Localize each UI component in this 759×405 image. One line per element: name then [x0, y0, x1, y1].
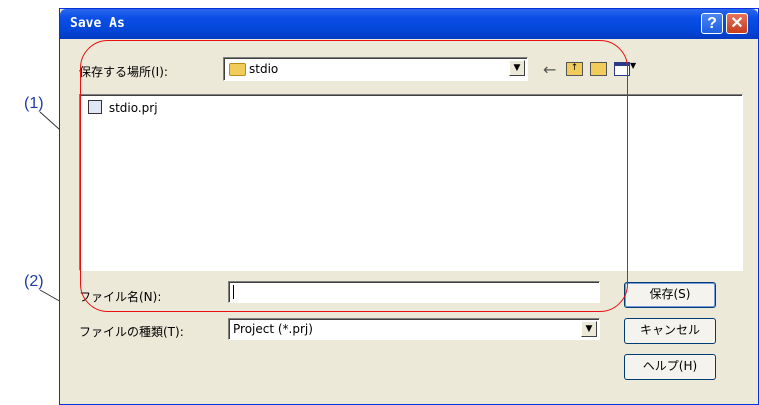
file-name: stdio.prj — [108, 101, 158, 115]
file-list[interactable]: stdio.prj — [79, 94, 743, 271]
cancel-button[interactable]: キャンセル — [624, 318, 716, 344]
save-in-value: stdio — [249, 62, 279, 76]
up-folder-icon[interactable]: ↑ — [566, 62, 583, 76]
save-in-label: 保存する場所(I): — [79, 65, 168, 79]
back-arrow-icon[interactable]: ← — [543, 60, 556, 79]
save-as-dialog: Save As ? ✕ 保存する場所(I): stdio ▼ ← ↑ ▼ std… — [59, 8, 759, 405]
view-menu-icon[interactable] — [614, 62, 630, 76]
help-button[interactable]: ヘルプ(H) — [624, 354, 716, 380]
new-folder-icon[interactable] — [590, 62, 607, 76]
filetype-value: Project (*.prj) — [233, 322, 313, 336]
chevron-down-icon[interactable]: ▼ — [509, 60, 525, 76]
title-bar[interactable]: Save As ? ✕ — [60, 9, 758, 39]
save-in-combo[interactable]: stdio ▼ — [223, 57, 528, 81]
close-button[interactable]: ✕ — [726, 13, 748, 34]
filetype-combo[interactable]: Project (*.prj) ▼ — [228, 318, 600, 340]
project-file-icon — [88, 100, 102, 114]
folder-icon — [229, 63, 246, 76]
filetype-label: ファイルの種類(T): — [79, 325, 184, 339]
save-button[interactable]: 保存(S) — [624, 282, 716, 308]
chevron-down-icon[interactable]: ▼ — [581, 321, 597, 337]
dialog-title: Save As — [70, 16, 125, 31]
help-title-button[interactable]: ? — [701, 13, 723, 34]
filename-label: ファイル名(N): — [79, 290, 162, 304]
filename-input[interactable] — [228, 281, 600, 303]
text-cursor — [233, 285, 234, 299]
chevron-down-icon[interactable]: ▼ — [630, 61, 636, 70]
list-item[interactable]: stdio.prj — [88, 100, 158, 115]
